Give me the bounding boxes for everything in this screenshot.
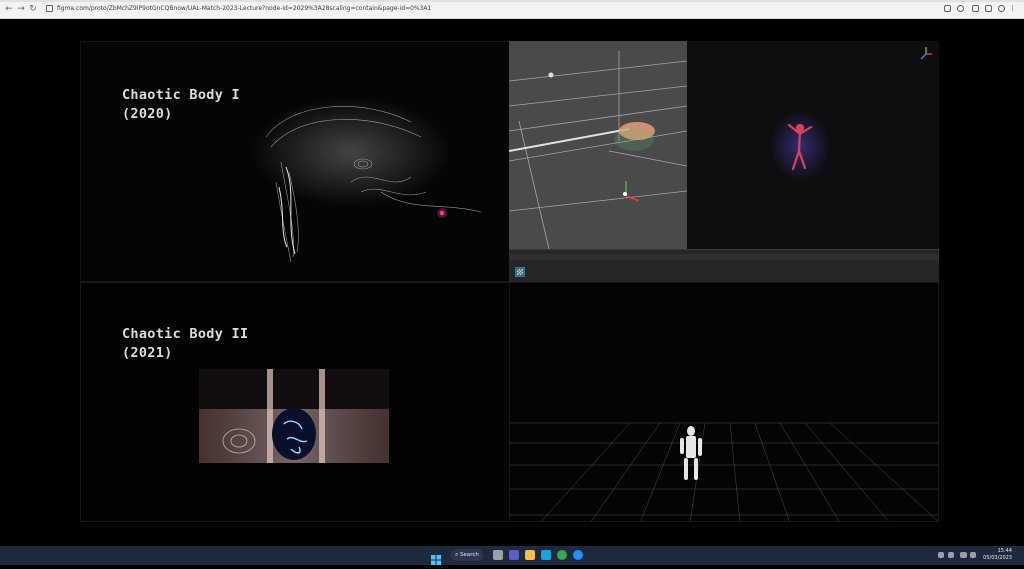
title-name: Chaotic Body II [122,326,249,342]
taskbar-search-label: Search [459,552,479,558]
edge-icon[interactable] [541,550,551,560]
url-text: figma.com/proto/ZbMchZ9lP9otGnCQBnow/UAL… [57,5,432,12]
extensions-icon[interactable] [972,5,979,12]
file-explorer-icon[interactable] [525,550,535,560]
clock-date: 05/03/2023 [983,555,1012,561]
windows-taskbar: ⌕ Search 15:44 05/03/2023 [0,546,1024,565]
panel-title: Chaotic Body II (2021) [122,325,248,363]
browser-toolbar: ← → ↻ figma.com/proto/ZbMchZ9lP9otGnCQBn… [0,0,1024,19]
title-year: (2021) [122,345,173,361]
menu-icon[interactable] [1012,5,1015,12]
reload-button[interactable]: ↻ [28,4,38,14]
clock[interactable]: 15:44 05/03/2023 [983,548,1012,562]
lock-icon [46,5,53,12]
tab-strip [0,0,1024,2]
windows-logo-icon [431,555,441,565]
game-view-image [770,111,830,181]
particle-render-image [251,97,482,263]
scene-view [509,41,688,250]
teams-chat-icon[interactable] [509,550,519,560]
start-button[interactable] [431,550,441,565]
sidebar-icon[interactable] [985,5,992,12]
mic-icon[interactable] [948,552,954,558]
network-icon[interactable] [960,552,967,558]
chrome-icon[interactable] [557,550,567,560]
scene-grid-image [509,51,688,250]
address-bar[interactable]: figma.com/proto/ZbMchZ9lP9otGnCQBnow/UAL… [46,3,926,15]
forward-button[interactable]: → [16,4,26,14]
light-render-image [199,369,389,463]
floor-grid-image [510,422,938,521]
editor-logo-icon [515,267,525,277]
gizmo-icon [920,47,932,60]
taskbar-search-button[interactable]: ⌕ Search [451,549,483,561]
prototype-canvas: Chaotic Body I (2020) Chaotic Body II (2… [0,19,1024,546]
clock-time: 15:44 [997,548,1012,554]
editor-bottom-panel [509,249,939,282]
volume-icon[interactable] [970,552,976,558]
star-icon[interactable] [957,5,964,12]
task-view-icon[interactable] [493,550,503,560]
app-icon[interactable] [573,550,583,560]
chevron-up-icon[interactable] [938,552,944,558]
profile-icon[interactable] [998,5,1005,12]
share-icon[interactable] [944,5,951,12]
chaotic-body-1-panel: Chaotic Body I (2020) [80,41,510,282]
floor-grid-render-panel [509,282,939,522]
back-button[interactable]: ← [4,4,14,14]
unity-editor-capture [509,41,939,282]
editor-toolbar-strip [509,254,939,260]
game-view [687,41,939,249]
chaotic-body-2-panel: Chaotic Body II (2021) [80,282,510,522]
